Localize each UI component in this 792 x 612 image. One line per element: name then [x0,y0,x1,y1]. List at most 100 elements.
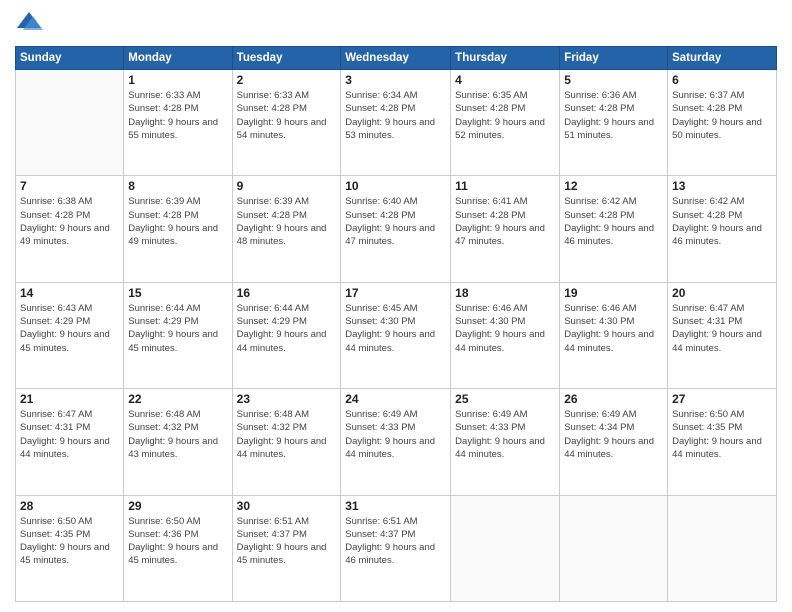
calendar-cell: 20 Sunrise: 6:47 AMSunset: 4:31 PMDayligh… [668,282,777,388]
day-number: 7 [20,179,119,193]
calendar-table: SundayMondayTuesdayWednesdayThursdayFrid… [15,46,777,602]
calendar-cell: 19 Sunrise: 6:46 AMSunset: 4:30 PMDayligh… [560,282,668,388]
weekday-header-monday: Monday [124,47,232,70]
calendar-cell: 1Sunrise: 6:33 AMSunset: 4:28 PMDaylight… [124,70,232,176]
day-info: Sunrise: 6:37 AMSunset: 4:28 PMDaylight:… [672,89,772,142]
calendar-cell: 4 Sunrise: 6:35 AMSunset: 4:28 PMDaylight… [451,70,560,176]
day-number: 31 [345,499,446,513]
calendar-cell: 31 Sunrise: 6:51 AMSunset: 4:37 PMDayligh… [341,495,451,601]
day-info: Sunrise: 6:46 AMSunset: 4:30 PMDaylight:… [455,302,555,355]
calendar-cell: 23Sunrise: 6:48 AMSunset: 4:32 PMDayligh… [232,389,341,495]
day-number: 28 [20,499,119,513]
day-info: Sunrise: 6:41 AMSunset: 4:28 PMDaylight:… [455,195,555,248]
calendar-cell: 14Sunrise: 6:43 AMSunset: 4:29 PMDayligh… [16,282,124,388]
calendar-cell [16,70,124,176]
calendar-week-row: 14Sunrise: 6:43 AMSunset: 4:29 PMDayligh… [16,282,777,388]
day-number: 8 [128,179,227,193]
day-number: 24 [345,392,446,406]
day-info: Sunrise: 6:40 AMSunset: 4:28 PMDaylight:… [345,195,446,248]
day-info: Sunrise: 6:38 AMSunset: 4:28 PMDaylight:… [20,195,119,248]
day-number: 11 [455,179,555,193]
calendar-week-row: 7 Sunrise: 6:38 AMSunset: 4:28 PMDaylight… [16,176,777,282]
calendar-cell: 5 Sunrise: 6:36 AMSunset: 4:28 PMDaylight… [560,70,668,176]
calendar-week-row: 28 Sunrise: 6:50 AMSunset: 4:35 PMDayligh… [16,495,777,601]
day-number: 22 [128,392,227,406]
day-info: Sunrise: 6:49 AMSunset: 4:34 PMDaylight:… [564,408,663,461]
day-info: Sunrise: 6:39 AMSunset: 4:28 PMDaylight:… [128,195,227,248]
day-info: Sunrise: 6:46 AMSunset: 4:30 PMDaylight:… [564,302,663,355]
calendar-week-row: 21 Sunrise: 6:47 AMSunset: 4:31 PMDayligh… [16,389,777,495]
calendar-cell: 7 Sunrise: 6:38 AMSunset: 4:28 PMDaylight… [16,176,124,282]
day-number: 20 [672,286,772,300]
day-number: 30 [237,499,337,513]
day-number: 21 [20,392,119,406]
day-number: 13 [672,179,772,193]
header [15,10,777,38]
calendar-cell: 28 Sunrise: 6:50 AMSunset: 4:35 PMDayligh… [16,495,124,601]
calendar-cell: 30 Sunrise: 6:51 AMSunset: 4:37 PMDayligh… [232,495,341,601]
day-info: Sunrise: 6:50 AMSunset: 4:36 PMDaylight:… [128,515,227,568]
day-number: 9 [237,179,337,193]
page: SundayMondayTuesdayWednesdayThursdayFrid… [0,0,792,612]
calendar-cell: 10 Sunrise: 6:40 AMSunset: 4:28 PMDayligh… [341,176,451,282]
day-number: 27 [672,392,772,406]
day-number: 17 [345,286,446,300]
calendar-cell [560,495,668,601]
day-info: Sunrise: 6:51 AMSunset: 4:37 PMDaylight:… [237,515,337,568]
day-number: 19 [564,286,663,300]
calendar-header-row: SundayMondayTuesdayWednesdayThursdayFrid… [16,47,777,70]
day-number: 15 [128,286,227,300]
day-number: 4 [455,73,555,87]
day-info: Sunrise: 6:35 AMSunset: 4:28 PMDaylight:… [455,89,555,142]
day-info: Sunrise: 6:42 AMSunset: 4:28 PMDaylight:… [564,195,663,248]
day-number: 10 [345,179,446,193]
day-info: Sunrise: 6:50 AMSunset: 4:35 PMDaylight:… [20,515,119,568]
day-number: 6 [672,73,772,87]
day-info: Sunrise: 6:47 AMSunset: 4:31 PMDaylight:… [672,302,772,355]
day-info: Sunrise: 6:44 AMSunset: 4:29 PMDaylight:… [128,302,227,355]
calendar-cell: 9Sunrise: 6:39 AMSunset: 4:28 PMDaylight… [232,176,341,282]
day-info: Sunrise: 6:49 AMSunset: 4:33 PMDaylight:… [345,408,446,461]
calendar-cell: 17 Sunrise: 6:45 AMSunset: 4:30 PMDayligh… [341,282,451,388]
day-info: Sunrise: 6:51 AMSunset: 4:37 PMDaylight:… [345,515,446,568]
calendar-cell: 16Sunrise: 6:44 AMSunset: 4:29 PMDayligh… [232,282,341,388]
day-number: 29 [128,499,227,513]
day-info: Sunrise: 6:48 AMSunset: 4:32 PMDaylight:… [128,408,227,461]
weekday-header-saturday: Saturday [668,47,777,70]
day-info: Sunrise: 6:47 AMSunset: 4:31 PMDaylight:… [20,408,119,461]
calendar-cell: 15 Sunrise: 6:44 AMSunset: 4:29 PMDayligh… [124,282,232,388]
calendar-cell: 8 Sunrise: 6:39 AMSunset: 4:28 PMDaylight… [124,176,232,282]
calendar-week-row: 1Sunrise: 6:33 AMSunset: 4:28 PMDaylight… [16,70,777,176]
weekday-header-friday: Friday [560,47,668,70]
calendar-cell: 11 Sunrise: 6:41 AMSunset: 4:28 PMDayligh… [451,176,560,282]
day-info: Sunrise: 6:36 AMSunset: 4:28 PMDaylight:… [564,89,663,142]
calendar-cell: 18 Sunrise: 6:46 AMSunset: 4:30 PMDayligh… [451,282,560,388]
calendar-cell: 6 Sunrise: 6:37 AMSunset: 4:28 PMDaylight… [668,70,777,176]
calendar-cell: 13 Sunrise: 6:42 AMSunset: 4:28 PMDayligh… [668,176,777,282]
day-number: 1 [128,73,227,87]
day-info: Sunrise: 6:42 AMSunset: 4:28 PMDaylight:… [672,195,772,248]
day-number: 12 [564,179,663,193]
weekday-header-thursday: Thursday [451,47,560,70]
day-number: 14 [20,286,119,300]
weekday-header-sunday: Sunday [16,47,124,70]
logo-icon [15,8,43,36]
day-number: 23 [237,392,337,406]
calendar-cell: 27 Sunrise: 6:50 AMSunset: 4:35 PMDayligh… [668,389,777,495]
day-info: Sunrise: 6:45 AMSunset: 4:30 PMDaylight:… [345,302,446,355]
day-number: 2 [237,73,337,87]
calendar-cell: 24 Sunrise: 6:49 AMSunset: 4:33 PMDayligh… [341,389,451,495]
day-number: 26 [564,392,663,406]
day-info: Sunrise: 6:49 AMSunset: 4:33 PMDaylight:… [455,408,555,461]
day-number: 16 [237,286,337,300]
calendar-cell [668,495,777,601]
day-info: Sunrise: 6:50 AMSunset: 4:35 PMDaylight:… [672,408,772,461]
calendar-cell: 26 Sunrise: 6:49 AMSunset: 4:34 PMDayligh… [560,389,668,495]
calendar-cell: 29 Sunrise: 6:50 AMSunset: 4:36 PMDayligh… [124,495,232,601]
day-number: 25 [455,392,555,406]
day-number: 5 [564,73,663,87]
calendar-cell [451,495,560,601]
calendar-cell: 2Sunrise: 6:33 AMSunset: 4:28 PMDaylight… [232,70,341,176]
day-number: 18 [455,286,555,300]
calendar-cell: 12 Sunrise: 6:42 AMSunset: 4:28 PMDayligh… [560,176,668,282]
